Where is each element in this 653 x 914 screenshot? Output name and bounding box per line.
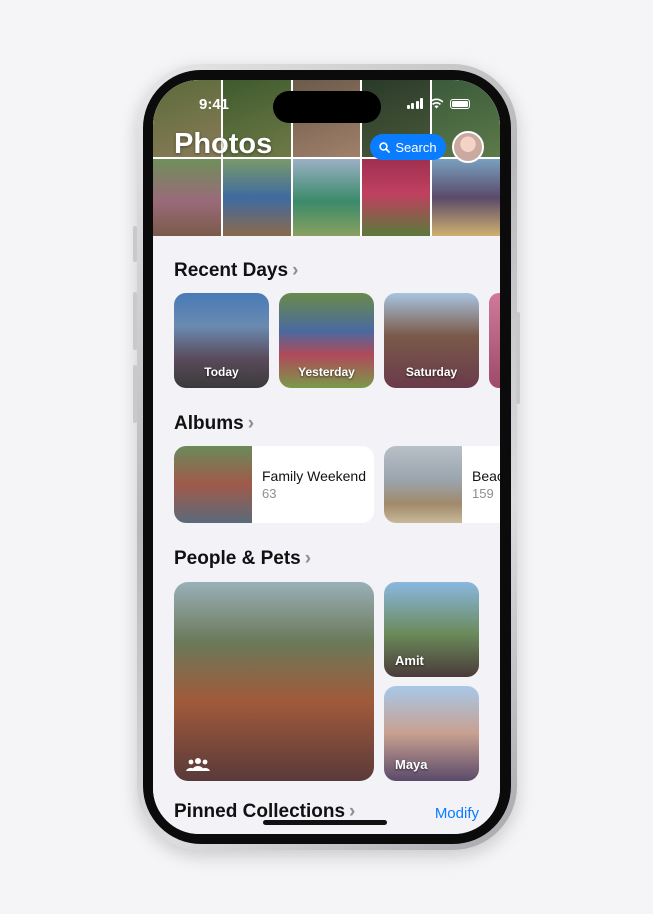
recent-day-card[interactable]: Saturday <box>384 293 479 388</box>
recent-day-card[interactable] <box>489 293 500 388</box>
people-group-icon <box>186 758 210 771</box>
power-button <box>516 312 520 404</box>
person-name: Maya <box>395 757 428 772</box>
album-thumbnail <box>384 446 462 523</box>
library-photo[interactable] <box>222 159 291 236</box>
library-photo[interactable] <box>292 159 361 236</box>
volume-down-button <box>133 365 137 423</box>
chevron-right-icon: › <box>292 260 299 281</box>
library-photo[interactable] <box>432 159 500 236</box>
pinned-collections-title: Pinned Collections <box>174 801 346 822</box>
recent-days-header[interactable]: Recent Days › <box>174 260 298 282</box>
library-photo[interactable] <box>362 159 431 236</box>
wifi-icon <box>429 98 444 109</box>
cellular-signal-icon <box>406 98 423 109</box>
person-name: Amit <box>395 653 424 668</box>
albums-header[interactable]: Albums › <box>174 413 254 435</box>
collections-content: Recent Days › Today Yesterday Saturday Al… <box>153 236 500 834</box>
status-bar: 9:41 <box>153 80 500 130</box>
search-button[interactable]: Search <box>370 134 446 160</box>
person-card[interactable]: Amit <box>384 582 479 677</box>
album-name: Family Weekend <box>262 468 367 484</box>
volume-up-button <box>133 292 137 350</box>
chevron-right-icon: › <box>304 548 312 569</box>
album-count: 159 <box>472 486 494 501</box>
profile-avatar[interactable] <box>452 131 484 163</box>
recent-day-label: Saturday <box>405 365 458 379</box>
album-name: Beac <box>472 468 500 484</box>
albums-title: Albums <box>174 413 244 434</box>
library-photo[interactable] <box>153 159 221 236</box>
recent-days-title: Recent Days <box>174 260 289 281</box>
album-card[interactable]: Family Weekend 63 <box>174 446 374 523</box>
search-label: Search <box>395 139 437 155</box>
person-card[interactable]: Maya <box>384 686 479 781</box>
dynamic-island <box>273 91 381 123</box>
battery-icon <box>450 98 470 109</box>
phone-screen: 9:41 Photos Search Recent Days › Today Y… <box>153 80 500 834</box>
chevron-right-icon: › <box>247 413 255 434</box>
recent-day-card[interactable]: Yesterday <box>279 293 374 388</box>
people-group-card[interactable] <box>174 582 374 781</box>
recent-day-card[interactable]: Today <box>174 293 269 388</box>
album-card[interactable]: Beac 159 <box>384 446 500 523</box>
recent-day-label: Today <box>204 365 239 379</box>
album-count: 63 <box>262 486 277 501</box>
home-indicator[interactable] <box>263 820 387 825</box>
people-pets-header[interactable]: People & Pets › <box>174 548 311 570</box>
chevron-right-icon: › <box>349 801 356 822</box>
action-button <box>133 226 137 262</box>
album-thumbnail <box>174 446 252 523</box>
status-icons <box>406 98 470 109</box>
search-icon <box>379 141 391 153</box>
people-pets-title: People & Pets <box>174 548 301 569</box>
page-title: Photos <box>174 128 273 160</box>
status-time: 9:41 <box>199 96 230 113</box>
modify-button[interactable]: Modify <box>435 805 479 822</box>
recent-day-label: Yesterday <box>298 365 355 379</box>
